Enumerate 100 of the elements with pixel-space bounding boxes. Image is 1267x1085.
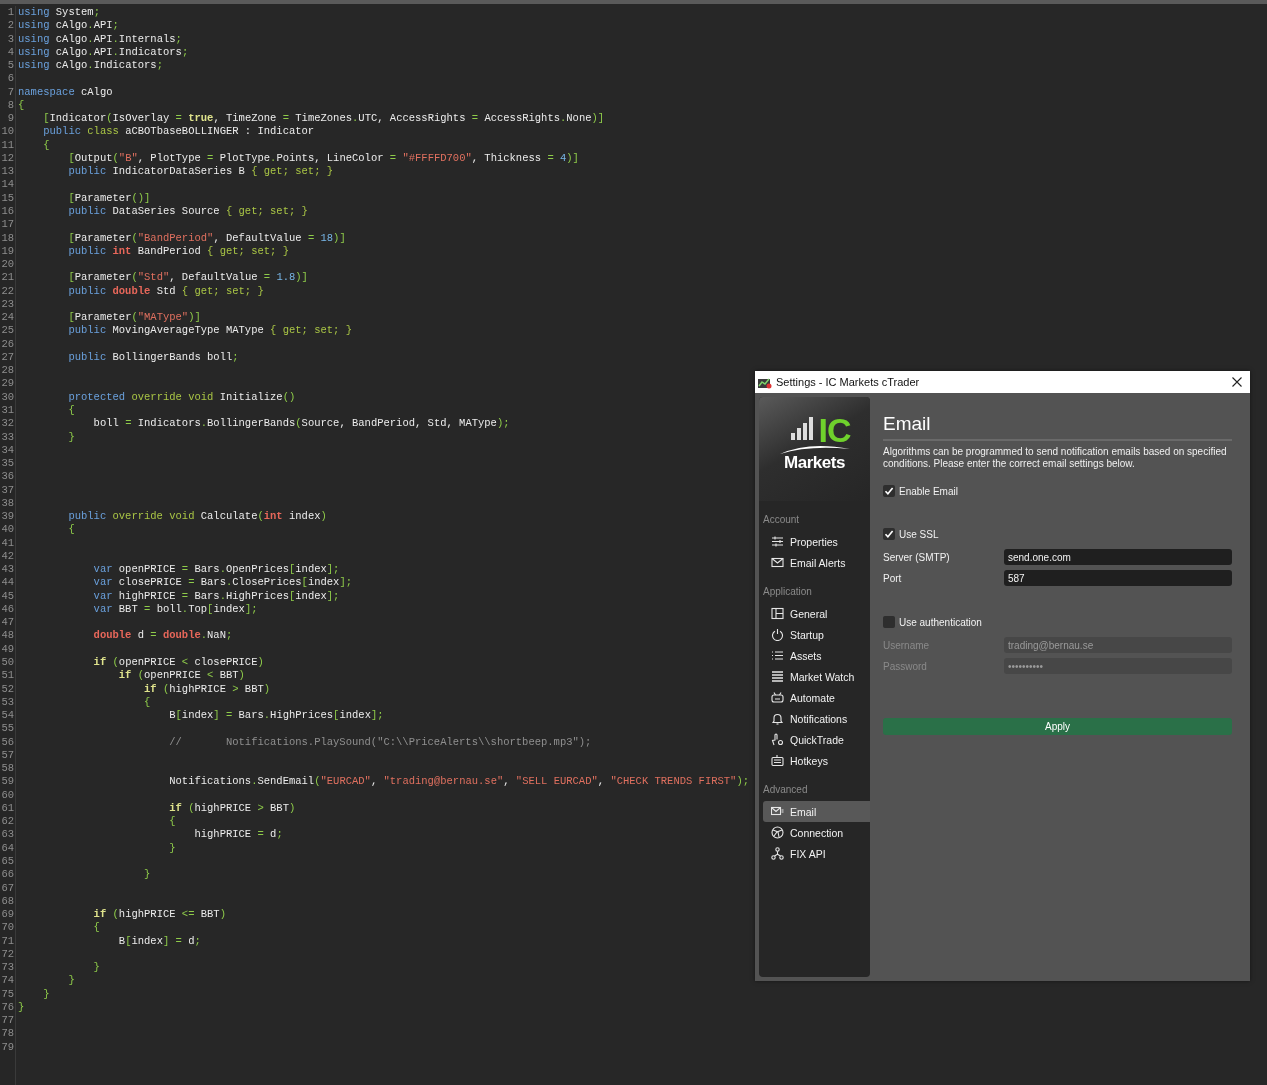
line-number: 55 [0,722,15,736]
code-line: using cAlgo.API.Indicators; [18,45,189,58]
line-number: 75 [0,987,15,1001]
code-line: B[index] = d; [117,934,201,947]
globe-icon [771,826,784,839]
line-number: 43 [0,563,15,577]
line-number: 12 [0,151,15,166]
nav-item[interactable]: FIX API [763,843,870,864]
line-number: 20 [0,258,15,272]
code-line: boll = Indicators.BollingerBands(Source, BandPeriod, Std, MAType); [92,417,510,430]
nav-item[interactable]: Email [763,801,870,822]
nav-item[interactable]: Hotkeys [763,750,870,771]
line-number: 44 [0,576,15,590]
line-number: 69 [0,908,15,922]
line-number: 17 [0,218,15,232]
sliders-icon [771,535,784,548]
line-number: 49 [0,642,15,656]
line-number: 8 [6,98,15,113]
code-line: public IndicatorDataSeries B { get; set; } [67,165,334,178]
pointer-icon [771,733,784,746]
line-number: 35 [0,457,15,471]
code-line: public override void Calculate(int index) [67,510,327,523]
line-number: 48 [0,629,15,643]
line-number: 61 [0,801,15,816]
apply-button[interactable]: Apply [883,718,1232,735]
code-line: var openPRICE = Bars.OpenPrices[index]; [92,563,340,576]
code-line: [Parameter("Std", DefaultValue = 1.8)] [67,271,308,284]
code-line: public DataSeries Source { get; set; } [67,205,308,217]
nav-item[interactable]: Market Watch [763,666,870,687]
code-line: if (highPRICE > BBT) [143,682,271,695]
nav-item[interactable]: Startup [763,624,870,645]
line-number: 58 [0,762,15,776]
line-number: 7 [6,85,15,99]
line-number: 72 [0,947,15,962]
line-number: 23 [0,297,15,312]
bell-icon [771,712,784,725]
field-label: Port [883,572,903,584]
nav-item[interactable]: QuickTrade [763,729,870,750]
line-number: 33 [0,430,15,444]
code-line: namespace cAlgo [18,85,113,98]
page-heading: Email [883,413,1232,441]
line-number: 16 [0,205,15,219]
nav-item[interactable]: Assets [763,645,870,666]
power-icon [771,628,784,641]
line-number: 54 [0,709,15,723]
checkbox-label: Use authentication [899,616,982,628]
line-number: 63 [0,828,15,842]
checkbox[interactable] [883,485,895,497]
nav-item[interactable]: Email Alerts [763,552,870,573]
code-line: } [92,961,100,974]
code-line: var highPRICE = Bars.HighPrices[index]; [92,589,340,602]
line-number: 27 [0,350,15,365]
line-number: 45 [0,589,15,603]
code-line: // Notifications.PlaySound("C:\\PriceAlerts\\shortbeep.mp3"); [168,735,592,748]
line-number: 50 [0,656,15,670]
code-line: if (highPRICE > BBT) [168,801,296,814]
code-line: { [67,523,75,536]
line-number: 47 [0,616,15,630]
line-number: 6 [6,72,15,86]
line-number: 14 [0,178,15,192]
code-line: if (highPRICE <= BBT) [92,908,226,921]
code-line: } [143,868,151,881]
code-line: { [42,138,50,151]
code-line: public BollingerBands boll; [67,350,239,363]
close-icon[interactable] [1232,377,1242,387]
code-line: public MovingAverageType MAType { get; set; } [67,324,352,337]
input-field[interactable]: 587 [1004,570,1232,586]
nav-item[interactable]: Automate [763,687,870,708]
checkbox[interactable] [883,528,895,540]
line-number: 11 [0,138,15,152]
nav-item[interactable]: Properties [763,531,870,552]
nav-item[interactable]: Notifications [763,708,870,729]
line-number: 39 [0,510,15,524]
line-number: 65 [0,855,15,869]
table-icon [771,670,784,683]
line-number: 10 [0,125,15,139]
input-field[interactable]: send.one.com [1004,549,1232,565]
nav-item[interactable]: General [763,603,870,624]
code-line: protected override void Initialize() [67,390,296,403]
line-number: 26 [0,337,15,351]
line-number: 52 [0,682,15,696]
line-number: 40 [0,523,15,537]
code-line: } [168,841,176,854]
code-line: using cAlgo.Indicators; [18,59,163,72]
line-number: 30 [0,390,15,404]
code-line: if (openPRICE < closePRICE) [92,656,264,668]
line-number: 71 [0,934,15,948]
line-number: 3 [6,32,15,46]
line-number: 56 [0,735,15,749]
line-number: 76 [0,1000,15,1015]
code-line: [Parameter("BandPeriod", DefaultValue = 18)] [67,231,346,244]
code-line: using System; [18,6,100,18]
code-line: } [67,430,75,443]
code-line: } [18,1000,25,1013]
line-number: 19 [0,244,15,259]
line-number: 5 [6,59,15,73]
nav-item[interactable]: Connection [763,822,870,843]
line-number: 31 [0,403,15,418]
checkbox[interactable] [883,616,895,628]
line-number: 2 [6,19,15,33]
